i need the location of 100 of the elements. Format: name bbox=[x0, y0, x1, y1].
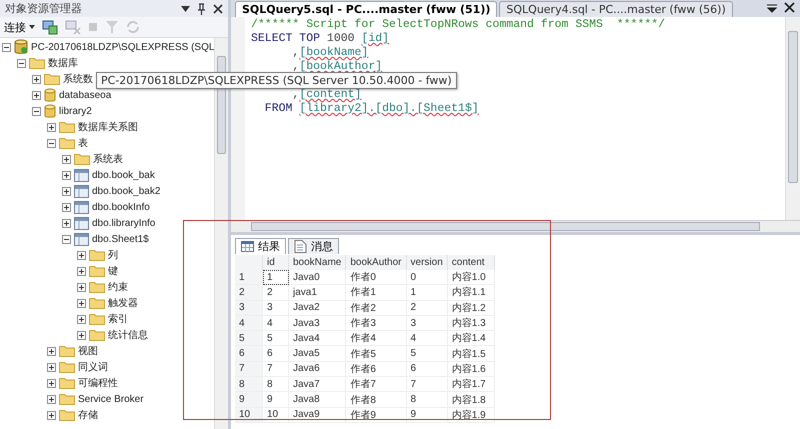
tree-item[interactable]: library2 bbox=[59, 106, 92, 116]
folder-icon bbox=[89, 265, 105, 277]
table-cell: Java9 bbox=[288, 407, 346, 422]
folder-icon bbox=[59, 121, 75, 133]
tree-item[interactable]: 同义词 bbox=[78, 360, 108, 374]
document-tab[interactable]: SQLQuery4.sql - PC....master (fww (56)) bbox=[499, 1, 733, 17]
document-tab[interactable]: SQLQuery5.sql - PC....master (fww (51)) bbox=[235, 1, 498, 17]
tree-item[interactable]: dbo.book_bak bbox=[92, 170, 155, 180]
row-header[interactable]: 9 bbox=[235, 392, 262, 408]
expand-icon[interactable] bbox=[47, 410, 56, 420]
expand-icon[interactable] bbox=[47, 378, 56, 388]
column-header[interactable]: content bbox=[447, 255, 494, 270]
vertical-scrollbar[interactable] bbox=[785, 17, 800, 220]
table-cell: 9 bbox=[262, 392, 288, 408]
tree-item[interactable]: 存储 bbox=[78, 408, 98, 422]
expand-icon[interactable] bbox=[62, 218, 71, 228]
table-cell: 0 bbox=[406, 270, 448, 285]
tree-item[interactable]: 约束 bbox=[108, 280, 128, 294]
table-cell: 作者1 bbox=[346, 284, 406, 300]
expand-icon[interactable] bbox=[77, 330, 86, 340]
expand-icon[interactable] bbox=[47, 394, 56, 404]
expand-icon[interactable] bbox=[47, 122, 56, 132]
tree-item[interactable]: 触发器 bbox=[108, 296, 138, 310]
tree-item[interactable]: 系统表 bbox=[93, 152, 123, 166]
collapse-icon[interactable] bbox=[17, 58, 26, 68]
tree-item[interactable]: 统计信息 bbox=[108, 328, 148, 342]
database-icon bbox=[44, 88, 56, 102]
expand-icon[interactable] bbox=[77, 250, 86, 260]
table-cell: java1 bbox=[288, 284, 346, 300]
results-tab[interactable]: 消息 bbox=[288, 238, 339, 254]
caret-icon bbox=[29, 25, 35, 29]
row-header[interactable]: 7 bbox=[235, 361, 262, 377]
expand-icon[interactable] bbox=[62, 154, 71, 164]
tooltip: PC-20170618LDZP\SQLEXPRESS (SQL Server 10.50.4000 - fww) bbox=[96, 72, 457, 89]
tree-item[interactable]: 数据库关系图 bbox=[78, 120, 138, 134]
column-header[interactable]: bookAuthor bbox=[346, 255, 406, 270]
close-icon[interactable] bbox=[784, 2, 795, 13]
table-icon bbox=[74, 232, 89, 246]
expand-icon[interactable] bbox=[77, 298, 86, 308]
table-cell: 内容1.4 bbox=[447, 330, 494, 346]
tree-item[interactable]: dbo.libraryInfo bbox=[92, 218, 156, 228]
tree-item[interactable]: 视图 bbox=[78, 344, 98, 358]
tree-item[interactable]: 列 bbox=[108, 248, 118, 262]
table-icon bbox=[74, 200, 89, 214]
expand-icon[interactable] bbox=[32, 90, 41, 100]
tree-item[interactable]: PC-20170618LDZP\SQLEXPRESS (SQL bbox=[31, 42, 214, 52]
expand-icon[interactable] bbox=[77, 314, 86, 324]
expand-icon[interactable] bbox=[62, 202, 71, 212]
close-icon[interactable] bbox=[213, 4, 223, 14]
pin-icon[interactable] bbox=[197, 2, 206, 14]
tree-item[interactable]: 系统数 bbox=[63, 72, 93, 86]
tree-item[interactable]: dbo.Sheet1$ bbox=[92, 234, 149, 244]
expand-icon[interactable] bbox=[77, 266, 86, 276]
table-cell: 9 bbox=[406, 407, 448, 422]
tree-item[interactable]: Service Broker bbox=[78, 394, 144, 404]
connect-server-icon[interactable] bbox=[42, 19, 58, 35]
results-tab[interactable]: 结果 bbox=[235, 238, 286, 254]
table-cell: 作者0 bbox=[346, 270, 406, 285]
dropdown-icon[interactable] bbox=[181, 6, 190, 12]
collapse-icon[interactable] bbox=[47, 138, 56, 148]
expand-icon[interactable] bbox=[62, 170, 71, 180]
table-cell: 5 bbox=[406, 346, 448, 362]
tree-item[interactable]: dbo.bookInfo bbox=[92, 202, 150, 212]
expand-icon[interactable] bbox=[32, 74, 41, 84]
tree-item[interactable]: 键 bbox=[108, 264, 118, 278]
table-cell: 8 bbox=[262, 376, 288, 392]
collapse-icon[interactable] bbox=[32, 106, 41, 116]
row-header[interactable]: 8 bbox=[235, 376, 262, 392]
code-line: SELECT TOP 1000 [id] bbox=[251, 32, 390, 45]
tab-list-icon[interactable] bbox=[767, 4, 777, 13]
expand-icon[interactable] bbox=[62, 186, 71, 196]
table-cell: 3 bbox=[406, 315, 448, 331]
tree-item[interactable]: 表 bbox=[78, 136, 88, 150]
horizontal-scrollbar[interactable] bbox=[231, 220, 800, 232]
row-header[interactable]: 5 bbox=[235, 330, 262, 346]
table-cell: Java3 bbox=[288, 315, 346, 331]
table-cell: 内容1.1 bbox=[447, 284, 494, 300]
collapse-icon[interactable] bbox=[62, 234, 71, 244]
expand-icon[interactable] bbox=[77, 282, 86, 292]
row-header[interactable]: 2 bbox=[235, 284, 262, 300]
column-header[interactable]: bookName bbox=[288, 255, 346, 270]
column-header[interactable]: id bbox=[262, 255, 288, 270]
table-cell: 作者9 bbox=[346, 407, 406, 422]
table-cell: 10 bbox=[262, 407, 288, 422]
collapse-icon[interactable] bbox=[2, 42, 11, 52]
tree-item[interactable]: 索引 bbox=[108, 312, 128, 326]
tree-item[interactable]: 数据库 bbox=[48, 56, 78, 70]
row-header[interactable]: 4 bbox=[235, 315, 262, 331]
connect-button[interactable]: 连接 bbox=[4, 20, 35, 34]
column-header[interactable]: version bbox=[406, 255, 448, 270]
table-cell: Java5 bbox=[288, 346, 346, 362]
tree-item[interactable]: databaseoa bbox=[59, 90, 112, 100]
table-cell: 4 bbox=[262, 315, 288, 331]
expand-icon[interactable] bbox=[47, 362, 56, 372]
tree-item[interactable]: dbo.book_bak2 bbox=[92, 186, 160, 196]
expand-icon[interactable] bbox=[47, 346, 56, 356]
row-header[interactable]: 1 bbox=[235, 270, 262, 285]
tree-item[interactable]: 可编程性 bbox=[78, 376, 118, 390]
row-header[interactable]: 6 bbox=[235, 346, 262, 362]
row-header[interactable]: 3 bbox=[235, 300, 262, 316]
